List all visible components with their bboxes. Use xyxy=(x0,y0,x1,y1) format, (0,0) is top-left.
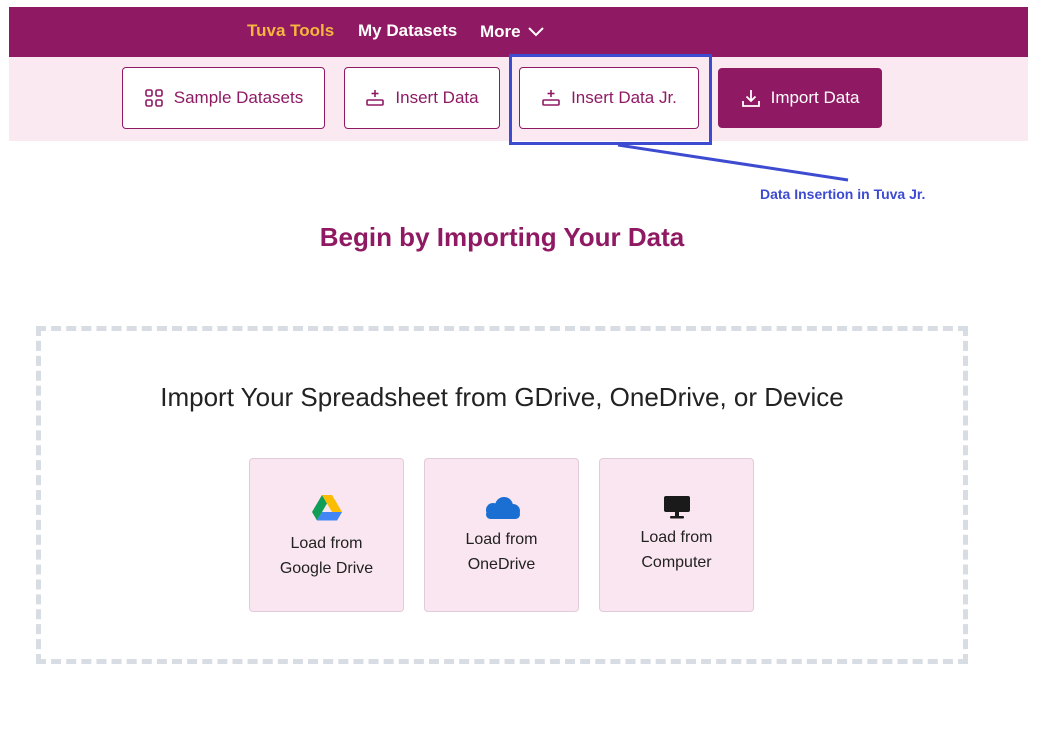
nav-more-label: More xyxy=(480,22,521,41)
load-computer-card[interactable]: Load from Computer xyxy=(599,458,754,612)
annotation-highlight-box xyxy=(509,54,712,145)
card-label-line2: Google Drive xyxy=(279,560,374,577)
card-label: Load from Google Drive xyxy=(250,531,403,581)
download-icon xyxy=(741,90,760,107)
annotation-label: Data Insertion in Tuva Jr. xyxy=(760,186,926,202)
grid-icon xyxy=(144,89,163,107)
load-onedrive-card[interactable]: Load from OneDrive xyxy=(424,458,579,612)
card-label-line1: Load from xyxy=(290,535,363,552)
page-title: Begin by Importing Your Data xyxy=(319,222,685,252)
sample-datasets-label: Sample Datasets xyxy=(173,88,304,107)
card-label-line2: Computer xyxy=(641,554,712,571)
card-label-line1: Load from xyxy=(640,529,713,546)
onedrive-icon xyxy=(485,497,520,519)
import-data-button[interactable]: Import Data xyxy=(718,68,882,128)
computer-icon xyxy=(663,496,690,519)
nav-my-datasets[interactable]: My Datasets xyxy=(358,7,457,57)
insert-data-button[interactable]: Insert Data xyxy=(344,67,500,129)
nav-tuva-tools[interactable]: Tuva Tools xyxy=(247,7,334,57)
load-google-drive-card[interactable]: Load from Google Drive xyxy=(249,458,404,612)
dropzone-title: Import Your Spreadsheet from GDrive, One… xyxy=(160,382,844,412)
import-data-label: Import Data xyxy=(770,88,860,107)
chevron-down-icon xyxy=(527,27,544,37)
insert-data-label: Insert Data xyxy=(395,88,479,107)
card-label: Load from OneDrive xyxy=(425,527,578,577)
google-drive-icon xyxy=(311,495,342,521)
insert-row-icon xyxy=(366,90,385,106)
card-label: Load from Computer xyxy=(600,525,753,575)
nav-more[interactable]: More xyxy=(480,7,544,57)
card-label-line1: Load from xyxy=(465,531,538,548)
sample-datasets-button[interactable]: Sample Datasets xyxy=(122,67,325,129)
card-label-line2: OneDrive xyxy=(467,556,536,573)
